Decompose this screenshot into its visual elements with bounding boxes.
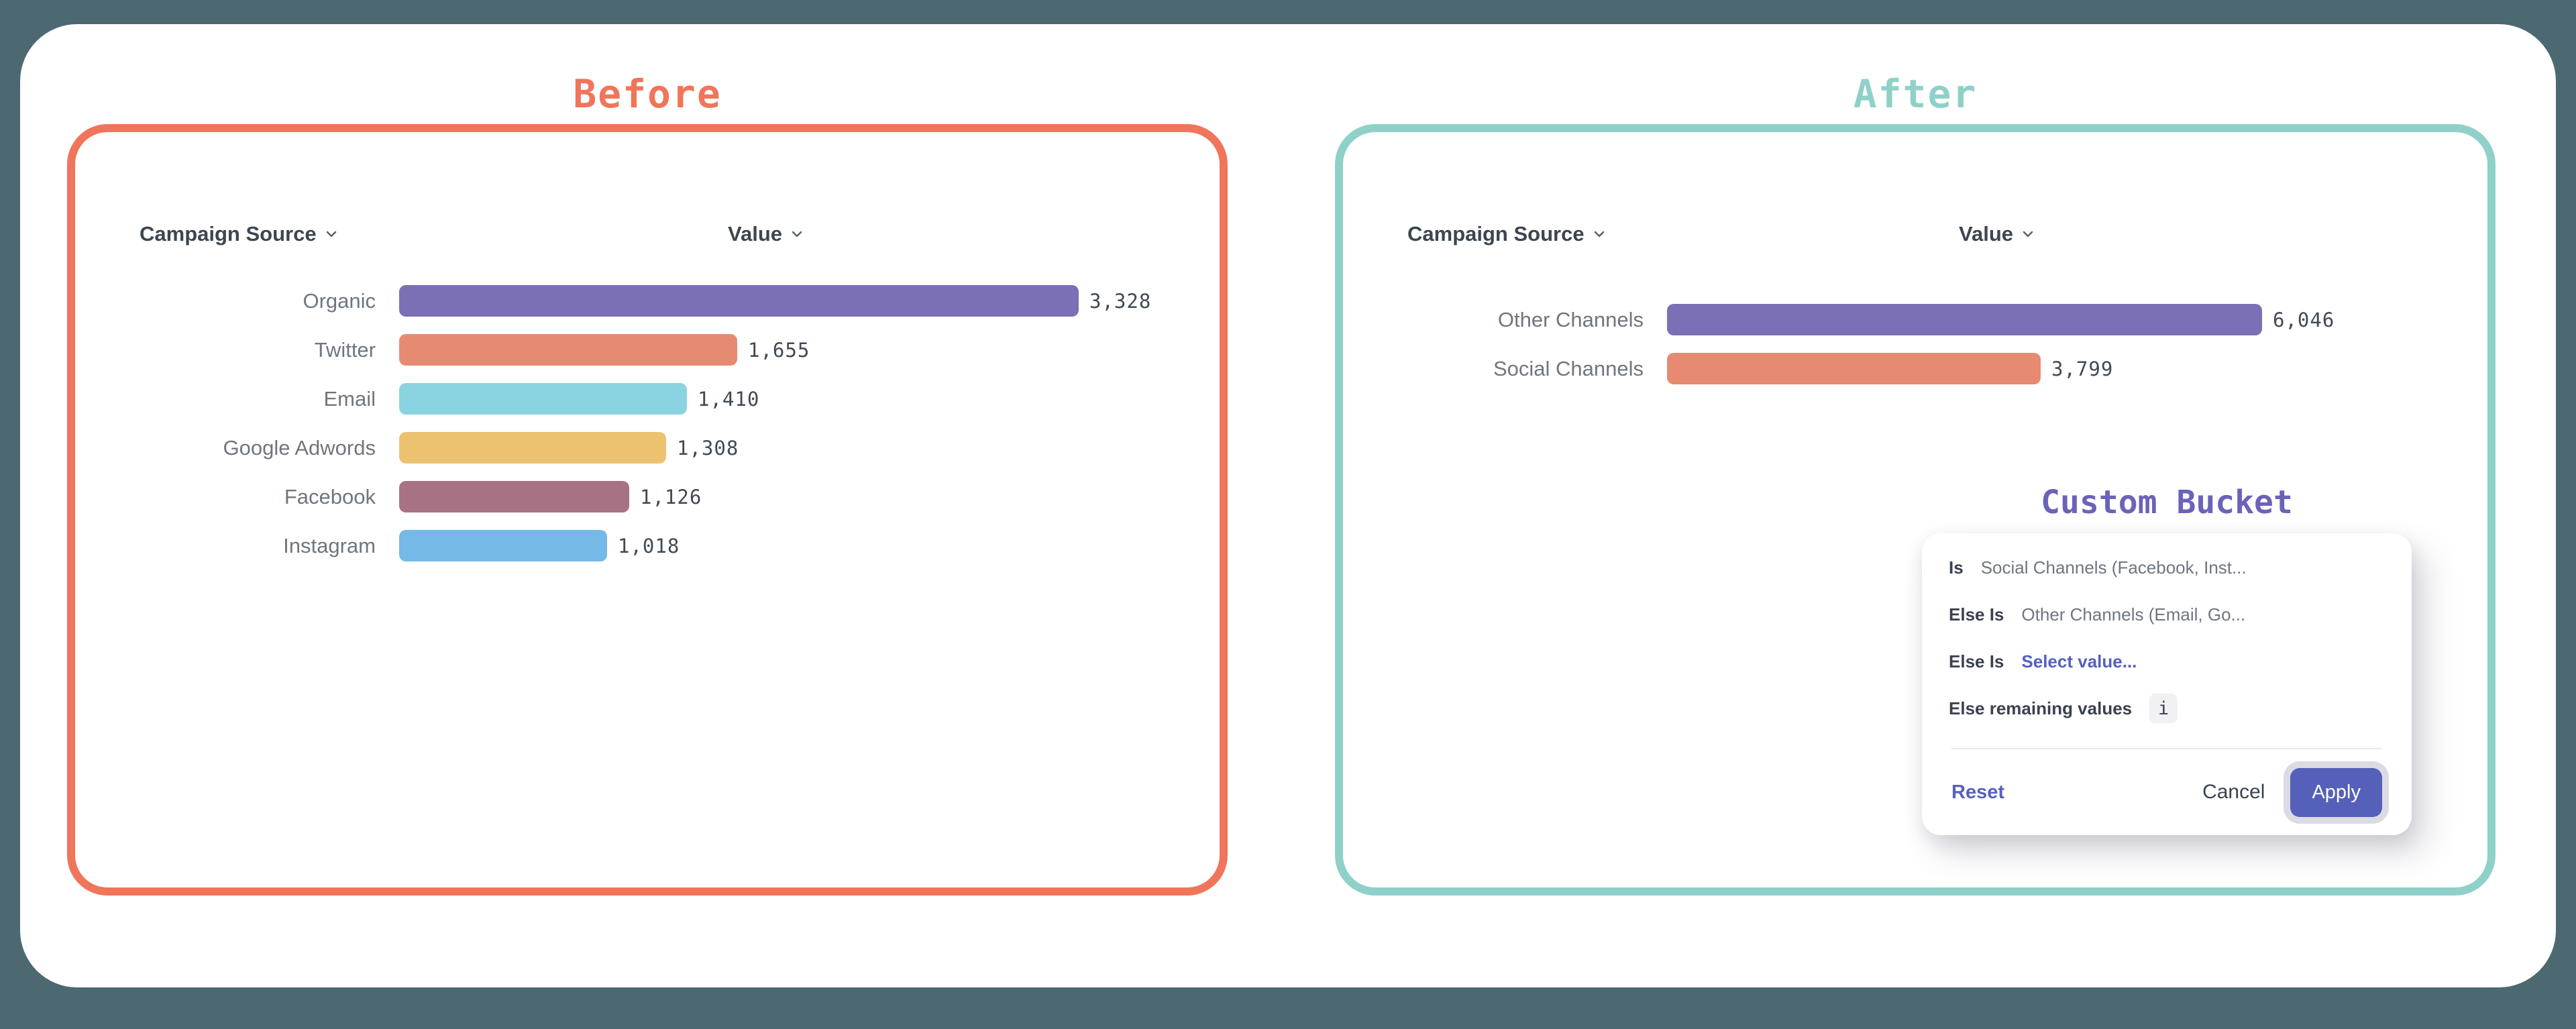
value-header-label: Value — [728, 222, 782, 246]
condition-keyword: Else remaining values — [1949, 698, 2132, 719]
select-value-link[interactable]: Select value... — [2021, 651, 2137, 672]
campaign-source-header-label: Campaign Source — [1407, 222, 1585, 246]
reset-button[interactable]: Reset — [1951, 781, 2004, 804]
table-row: Organic 3,328 — [75, 276, 1220, 325]
value-bar[interactable] — [399, 481, 629, 512]
campaign-source-header-label: Campaign Source — [140, 222, 317, 246]
value-bar[interactable] — [1667, 353, 2041, 384]
custom-bucket-title: Custom Bucket — [1922, 484, 2412, 521]
row-label: Instagram — [75, 534, 376, 558]
row-label: Google Adwords — [75, 436, 376, 460]
table-row: Email 1,410 — [75, 374, 1220, 423]
condition-value[interactable]: Social Channels (Facebook, Inst... — [1981, 557, 2247, 578]
campaign-source-header[interactable]: Campaign Source — [75, 222, 376, 246]
value-bar[interactable] — [399, 285, 1079, 317]
table-header-row: Campaign Source Value — [75, 223, 1220, 246]
condition-keyword: Else Is — [1949, 604, 2004, 625]
chevron-down-icon — [1591, 226, 1607, 242]
value-header[interactable]: Value — [728, 222, 805, 246]
value-bar[interactable] — [399, 334, 737, 366]
table-row: Instagram 1,018 — [75, 521, 1220, 570]
value-bar[interactable] — [399, 432, 666, 464]
row-value: 1,655 — [748, 339, 810, 362]
row-value: 1,018 — [618, 535, 680, 557]
custom-bucket-dialog: Is Social Channels (Facebook, Inst... Else… — [1922, 533, 2412, 835]
value-bar[interactable] — [399, 383, 687, 415]
condition-keyword: Else Is — [1949, 651, 2004, 672]
row-value: 3,799 — [2051, 358, 2113, 380]
chevron-down-icon — [789, 226, 805, 242]
row-value: 3,328 — [1089, 290, 1151, 313]
table-row: Google Adwords 1,308 — [75, 423, 1220, 472]
row-value: 6,046 — [2273, 309, 2334, 331]
bar-zone: 3,799 — [1667, 353, 2113, 384]
row-label: Twitter — [75, 338, 376, 362]
bar-zone: 1,410 — [399, 383, 759, 415]
bucket-condition: Else Is Other Channels (Email, Go... — [1949, 591, 2385, 638]
after-table-rows: Other Channels 6,046 Social Channels 3,799 — [1343, 295, 2487, 393]
campaign-source-header[interactable]: Campaign Source — [1343, 222, 1644, 246]
table-row: Twitter 1,655 — [75, 325, 1220, 374]
row-value: 1,410 — [698, 388, 759, 411]
table-row: Social Channels 3,799 — [1343, 344, 2487, 393]
table-row: Other Channels 6,046 — [1343, 295, 2487, 344]
cancel-button[interactable]: Cancel — [2202, 781, 2265, 804]
before-title: Before — [67, 71, 1228, 117]
after-title: After — [1335, 71, 2496, 117]
before-table: Campaign Source Value Organic 3,328 Twitte… — [75, 223, 1220, 570]
info-icon[interactable]: i — [2149, 694, 2178, 723]
chevron-down-icon — [2020, 226, 2036, 242]
before-panel: Campaign Source Value Organic 3,328 Twitte… — [67, 124, 1228, 896]
row-label: Facebook — [75, 485, 376, 509]
bucket-condition: Else Is Select value... — [1949, 638, 2385, 685]
row-label: Other Channels — [1343, 308, 1644, 332]
row-label: Social Channels — [1343, 357, 1644, 381]
bucket-conditions: Is Social Channels (Facebook, Inst... Else… — [1949, 544, 2385, 732]
after-table: Campaign Source Value Other Channels 6,04… — [1343, 223, 2487, 393]
bar-zone: 3,328 — [399, 285, 1151, 317]
value-header-label: Value — [1959, 222, 2013, 246]
main-card: Before Campaign Source Value — [20, 24, 2556, 987]
value-header[interactable]: Value — [1959, 222, 2036, 246]
condition-keyword: Is — [1949, 557, 1964, 578]
row-label: Email — [75, 387, 376, 411]
bar-zone: 1,308 — [399, 432, 739, 464]
chevron-down-icon — [323, 226, 339, 242]
table-header-row: Campaign Source Value — [1343, 223, 2487, 246]
row-value: 1,126 — [640, 486, 702, 508]
bucket-condition: Is Social Channels (Facebook, Inst... — [1949, 544, 2385, 591]
dialog-footer: Reset Cancel Apply — [1949, 749, 2385, 835]
value-bar[interactable] — [399, 530, 607, 561]
apply-button[interactable]: Apply — [2290, 768, 2382, 817]
app-background: Before Campaign Source Value — [0, 0, 2576, 1029]
row-value: 1,308 — [677, 437, 739, 459]
bar-zone: 1,018 — [399, 530, 680, 561]
row-label: Organic — [75, 289, 376, 313]
bar-zone: 6,046 — [1667, 304, 2334, 335]
bucket-condition: Else remaining values i — [1949, 685, 2385, 732]
bar-zone: 1,655 — [399, 334, 810, 366]
table-row: Facebook 1,126 — [75, 472, 1220, 521]
condition-value[interactable]: Other Channels (Email, Go... — [2021, 604, 2245, 625]
before-table-rows: Organic 3,328 Twitter 1,655 Email 1,410 Google… — [75, 276, 1220, 570]
value-bar[interactable] — [1667, 304, 2262, 335]
bar-zone: 1,126 — [399, 481, 702, 512]
